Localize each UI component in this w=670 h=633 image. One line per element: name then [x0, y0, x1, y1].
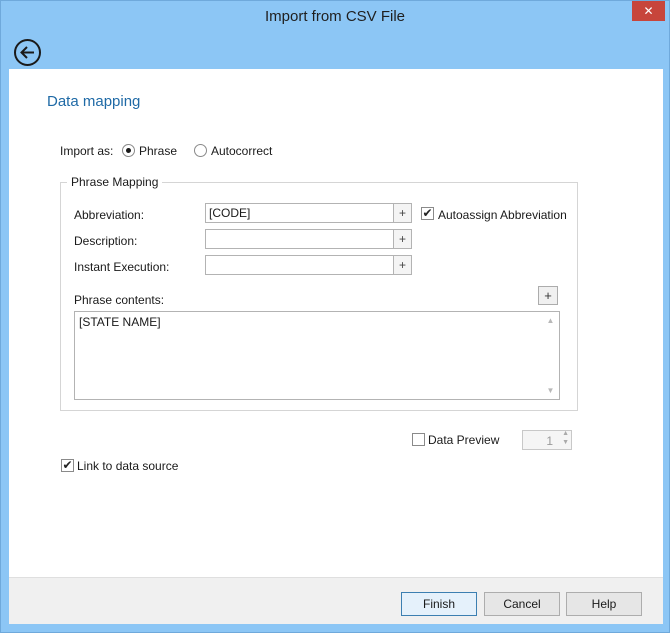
check-icon: ✔ [62, 458, 73, 472]
abbreviation-input[interactable]: [CODE] [205, 203, 394, 223]
plus-icon: + [398, 232, 406, 246]
button-bar [9, 577, 663, 624]
dialog-content: Data mapping Import as: Phrase Autocorre… [9, 69, 663, 624]
close-button[interactable]: ✕ [632, 1, 665, 21]
phrase-contents-textarea[interactable]: [STATE NAME] ▲ ▼ [74, 311, 560, 400]
link-to-source-label[interactable]: Link to data source [77, 459, 178, 473]
data-preview-value: 1 [546, 434, 553, 448]
group-title: Phrase Mapping [67, 175, 163, 189]
instant-execution-input[interactable] [205, 255, 394, 275]
scroll-up-icon[interactable]: ▲ [542, 316, 559, 325]
plus-icon: + [398, 206, 406, 220]
back-arrow-icon [20, 46, 34, 59]
back-button[interactable] [14, 39, 41, 66]
description-plus-button[interactable]: + [394, 229, 412, 249]
page-title: Data mapping [47, 93, 141, 110]
finish-button[interactable]: Finish [401, 592, 477, 616]
scroll-down-icon[interactable]: ▼ [542, 386, 559, 395]
plus-icon: + [398, 258, 406, 272]
plus-icon: + [544, 288, 552, 303]
data-preview-label[interactable]: Data Preview [428, 433, 499, 447]
radio-phrase[interactable] [122, 144, 135, 157]
abbreviation-label: Abbreviation: [74, 208, 145, 222]
data-preview-stepper[interactable]: 1 ▲ ▼ [522, 430, 572, 450]
window-title: Import from CSV File [264, 8, 406, 25]
phrase-contents-label: Phrase contents: [74, 293, 165, 307]
dialog-window: Import from CSV File ✕ Data mapping Impo… [0, 0, 670, 633]
data-preview-checkbox[interactable] [412, 433, 425, 446]
stepper-up-icon[interactable]: ▲ [562, 430, 569, 437]
autoassign-checkbox[interactable]: ✔ [421, 207, 434, 220]
import-as-label: Import as: [60, 144, 114, 158]
description-label: Description: [74, 234, 138, 248]
instant-execution-label: Instant Execution: [74, 260, 170, 274]
check-icon: ✔ [422, 206, 433, 220]
autoassign-label[interactable]: Autoassign Abbreviation [438, 208, 567, 222]
abbreviation-plus-button[interactable]: + [394, 203, 412, 223]
radio-autocorrect-label[interactable]: Autocorrect [211, 144, 272, 158]
radio-phrase-label[interactable]: Phrase [139, 144, 177, 158]
stepper-down-icon[interactable]: ▼ [562, 439, 569, 446]
help-button[interactable]: Help [566, 592, 642, 616]
phrase-contents-plus-button[interactable]: + [538, 286, 558, 305]
radio-autocorrect[interactable] [194, 144, 207, 157]
cancel-button[interactable]: Cancel [484, 592, 560, 616]
vertical-scrollbar[interactable]: ▲ ▼ [542, 312, 559, 399]
link-to-source-checkbox[interactable]: ✔ [61, 459, 74, 472]
phrase-contents-value: [STATE NAME] [79, 315, 161, 329]
description-input[interactable] [205, 229, 394, 249]
close-icon: ✕ [643, 4, 654, 18]
instant-execution-plus-button[interactable]: + [394, 255, 412, 275]
phrase-mapping-group: Phrase Mapping Abbreviation: [CODE] + ✔ … [60, 175, 578, 411]
